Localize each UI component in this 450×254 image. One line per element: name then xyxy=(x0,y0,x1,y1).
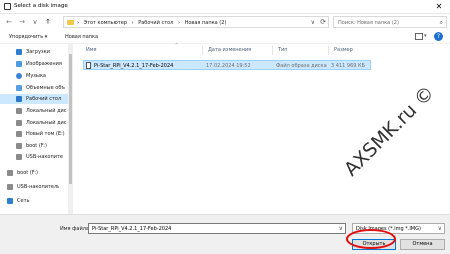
desktop-icon xyxy=(16,96,22,102)
sidebar-item-label: boot (F:) xyxy=(17,170,38,176)
breadcrumb-desktop[interactable]: Рабочий стол xyxy=(138,20,173,26)
sidebar-item-usb-drive-root[interactable]: USB-накопитель xyxy=(0,182,68,192)
sidebar-scrollbar[interactable] xyxy=(68,44,73,214)
address-dropdown-icon[interactable]: ∨ xyxy=(311,19,315,26)
sidebar-item-label: Музыка xyxy=(26,73,46,79)
sidebar-item-label: Изображения xyxy=(26,61,62,67)
navigation-pane: Загрузки Изображения Музыка Объемные объ… xyxy=(0,44,75,214)
drive-icon xyxy=(16,120,22,126)
filename-value: Pi-Star_RPi_V4.2.1_17-Feb-2024 xyxy=(92,226,172,232)
search-icon[interactable]: ⌕ xyxy=(440,19,443,27)
column-header-date[interactable]: Дата изменения xyxy=(208,47,251,53)
drive-icon xyxy=(16,131,22,137)
sidebar-scrollbar-thumb[interactable] xyxy=(69,54,72,184)
pictures-icon xyxy=(16,61,22,67)
disk-image-file-icon xyxy=(86,62,91,69)
close-icon[interactable]: ✕ xyxy=(428,0,450,14)
search-placeholder: Поиск: Новая папка (2) xyxy=(338,19,399,26)
breadcrumb-new-folder-2[interactable]: Новая папка (2) xyxy=(185,20,227,26)
file-row[interactable]: Pi-Star_RPi_V4.2.1_17-Feb-2024 17.02.202… xyxy=(83,60,371,70)
sidebar-item-boot-f[interactable]: boot (F:) xyxy=(0,141,68,151)
history-chevron-icon[interactable]: ∨ xyxy=(30,17,40,27)
network-icon xyxy=(7,198,13,204)
file-name: Pi-Star_RPi_V4.2.1_17-Feb-2024 xyxy=(94,62,174,69)
address-bar[interactable]: › Этот компьютер › Рабочий стол › Новая … xyxy=(63,16,329,28)
usb-drive-icon xyxy=(16,154,22,160)
drive-icon xyxy=(16,108,22,114)
music-icon xyxy=(16,73,22,79)
view-mode-icon[interactable] xyxy=(415,33,423,40)
sort-indicator-icon: ^ xyxy=(175,42,179,47)
sidebar-item-3d-objects[interactable]: Объемные объ xyxy=(0,83,68,93)
sidebar-item-label: Локальный дис xyxy=(26,120,67,126)
column-divider[interactable] xyxy=(328,46,329,55)
filename-input[interactable]: Pi-Star_RPi_V4.2.1_17-Feb-2024 ∨ xyxy=(88,223,346,234)
breadcrumb-this-pc[interactable]: Этот компьютер xyxy=(84,20,127,26)
refresh-icon[interactable]: ⟳ xyxy=(320,18,326,26)
sidebar-item-pictures[interactable]: Изображения xyxy=(0,59,68,69)
column-header-size[interactable]: Размер xyxy=(334,47,353,53)
usb-drive-icon xyxy=(7,184,13,190)
download-icon xyxy=(16,49,22,55)
column-divider[interactable] xyxy=(272,46,273,55)
organize-button[interactable]: Упорядочить ▾ xyxy=(9,34,47,40)
breadcrumb-separator[interactable]: › xyxy=(132,20,134,26)
sidebar-item-local-disk-d[interactable]: Локальный дис xyxy=(0,118,68,128)
new-folder-button[interactable]: Новая папка xyxy=(65,34,98,40)
window-title: Select a disk image xyxy=(14,3,68,9)
sidebar-item-label: USB-накопите xyxy=(26,154,63,160)
breadcrumb: › Этот компьютер › Рабочий стол › Новая … xyxy=(77,20,229,26)
filename-label: Имя файла: xyxy=(60,226,91,232)
file-size: 3 411 969 КБ xyxy=(331,62,366,69)
column-header-type[interactable]: Тип xyxy=(278,47,288,53)
sidebar-item-label: boot (F:) xyxy=(26,143,47,149)
sidebar-item-network[interactable]: Сеть xyxy=(0,196,68,206)
view-dropdown-icon[interactable]: ▾ xyxy=(424,33,427,39)
sidebar-item-music[interactable]: Музыка xyxy=(0,71,68,81)
sidebar-item-boot-f-root[interactable]: boot (F:) xyxy=(0,168,68,178)
folder-icon xyxy=(67,20,74,25)
column-divider[interactable] xyxy=(202,46,203,55)
file-date: 17.02.2024 19:52 xyxy=(206,62,251,69)
sidebar-item-new-volume-e[interactable]: Новый том (E:) xyxy=(0,129,68,139)
sidebar-item-local-disk-c[interactable]: Локальный дис xyxy=(0,106,68,116)
sidebar-item-usb-drive[interactable]: USB-накопите xyxy=(0,152,68,162)
sidebar-item-label: Сеть xyxy=(17,198,30,204)
sidebar-item-label: Загрузки xyxy=(26,49,50,55)
sidebar-item-desktop[interactable]: Рабочий стол xyxy=(0,94,68,104)
breadcrumb-separator[interactable]: › xyxy=(178,20,180,26)
annotation-circle xyxy=(346,229,396,249)
sidebar-item-downloads[interactable]: Загрузки xyxy=(0,47,68,57)
command-toolbar: Упорядочить ▾ Новая папка ▾ ? xyxy=(0,30,450,44)
column-header-name[interactable]: Имя xyxy=(86,47,97,53)
search-input[interactable]: Поиск: Новая папка (2) ⌕ xyxy=(333,16,447,28)
sidebar-item-label: USB-накопитель xyxy=(17,184,59,190)
drive-icon xyxy=(16,143,22,149)
filename-dropdown-icon[interactable]: ∨ xyxy=(339,225,343,232)
drive-icon xyxy=(7,170,13,176)
navigation-bar: ← → ∨ ↑ › Этот компьютер › Рабочий стол … xyxy=(0,14,450,30)
help-icon[interactable]: ? xyxy=(434,32,443,41)
sidebar-item-label: Рабочий стол xyxy=(26,96,62,102)
3d-objects-icon xyxy=(16,85,22,91)
forward-arrow-icon[interactable]: → xyxy=(17,17,27,27)
file-type: Файл образа диска xyxy=(276,62,327,69)
up-arrow-icon[interactable]: ↑ xyxy=(43,17,53,27)
back-arrow-icon[interactable]: ← xyxy=(4,17,14,27)
app-icon xyxy=(4,3,11,10)
sidebar-item-label: Новый том (E:) xyxy=(26,131,65,137)
cancel-button[interactable]: Отмена xyxy=(400,239,445,250)
sidebar-item-label: Объемные объ xyxy=(26,85,65,91)
sidebar-item-label: Локальный дис xyxy=(26,108,67,114)
file-type-dropdown-icon[interactable]: ∨ xyxy=(438,225,442,232)
breadcrumb-separator: › xyxy=(77,19,79,26)
title-bar: Select a disk image ✕ xyxy=(0,0,450,14)
